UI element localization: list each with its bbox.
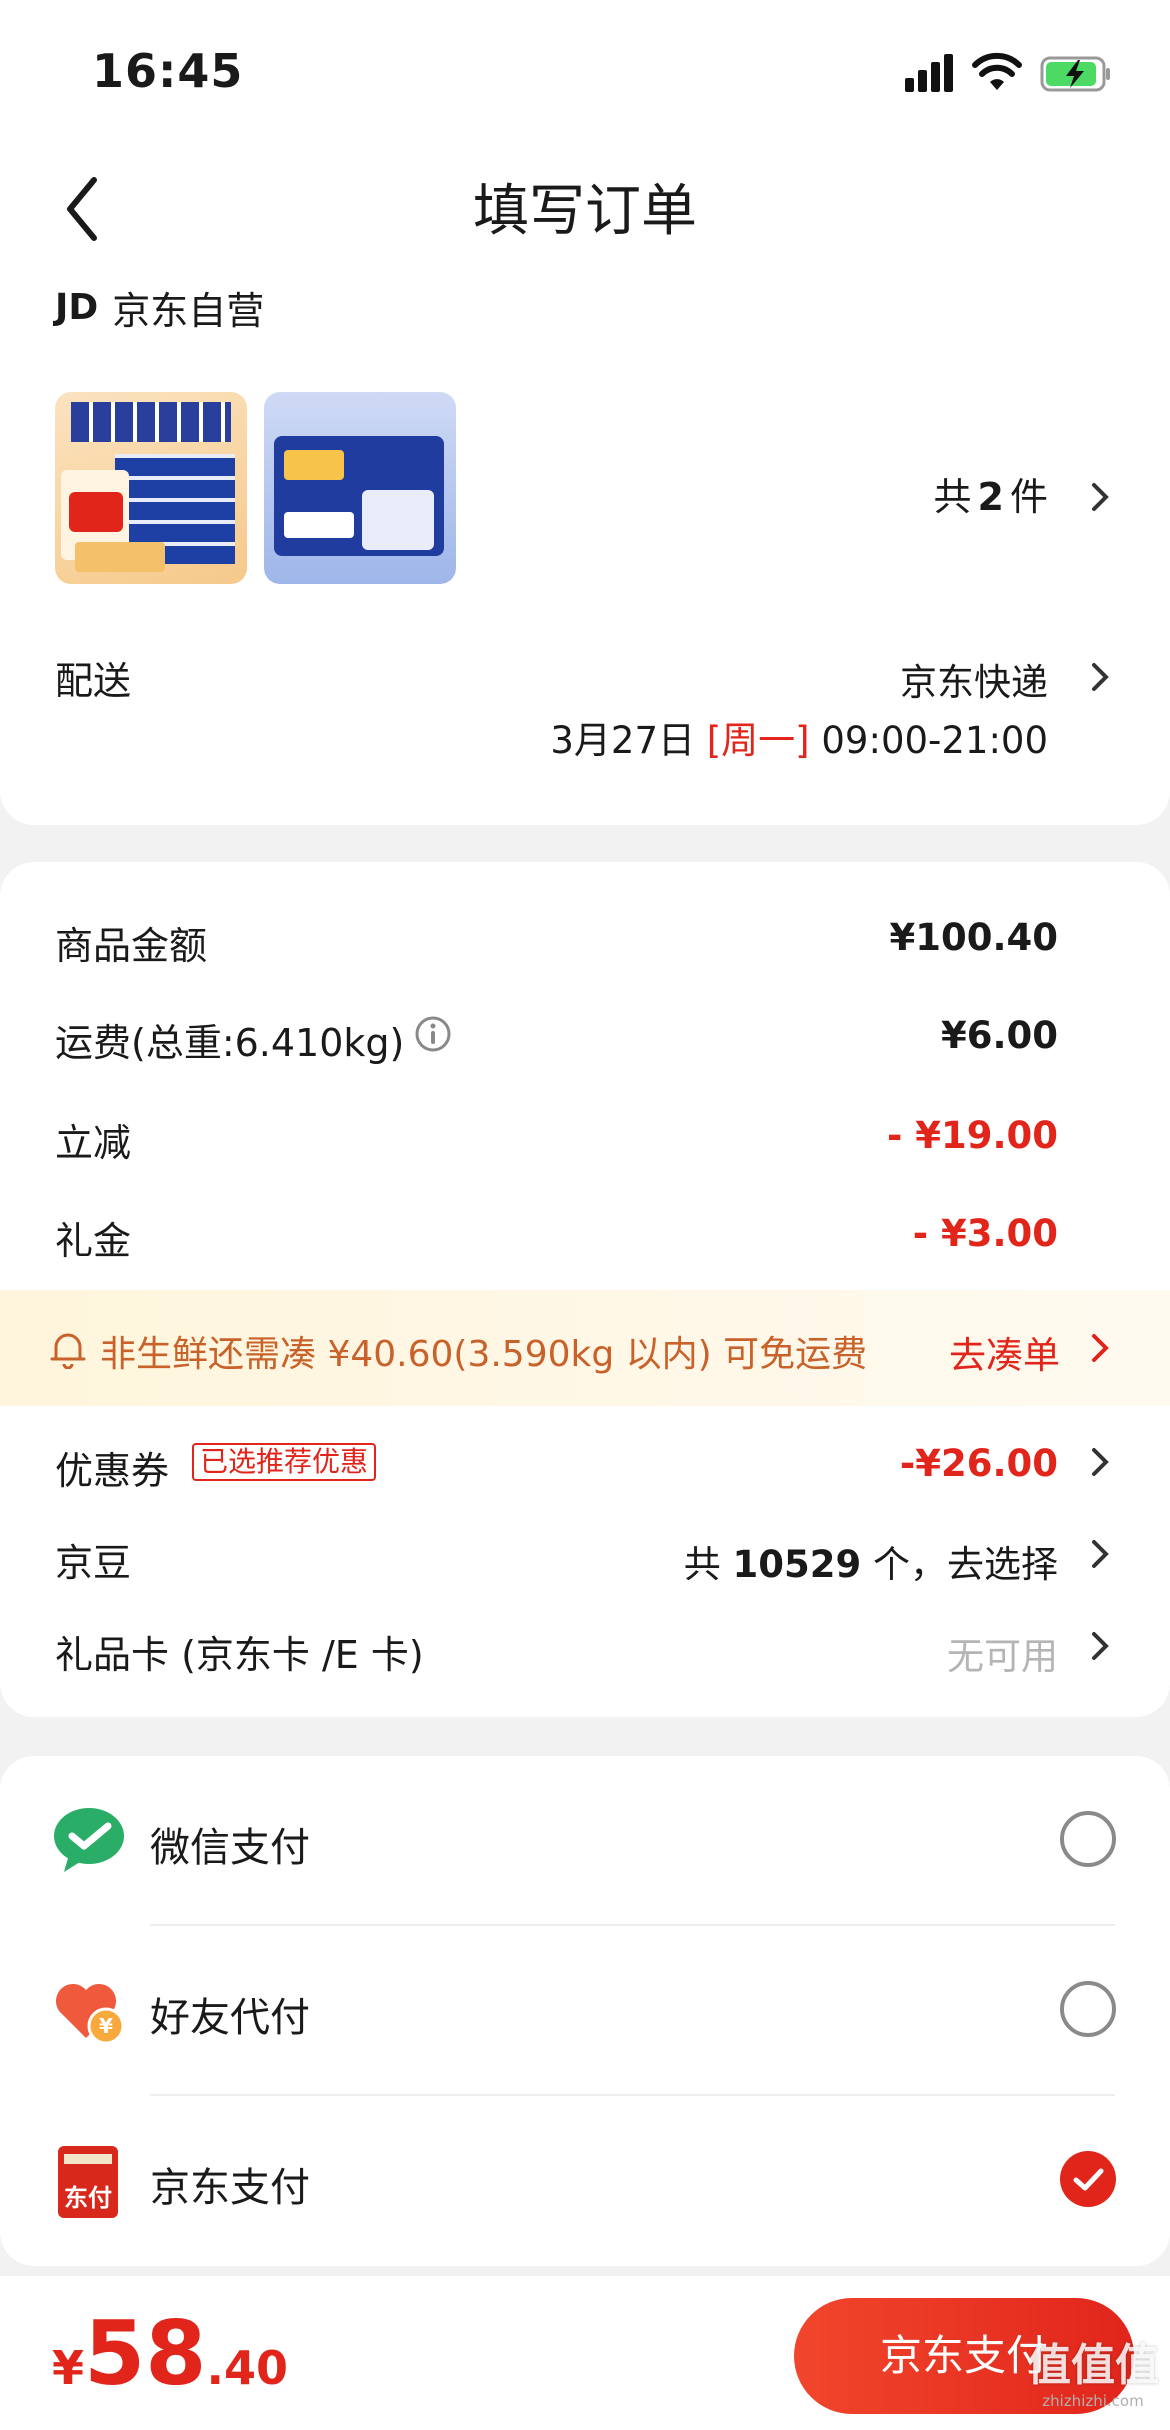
free-shipping-text: 非生鲜还需凑 ¥40.60(3.590kg 以内) 可免运费	[100, 1334, 868, 1375]
add-items-link[interactable]: 去凑单	[949, 1325, 1060, 1379]
wechat-pay-icon	[54, 1808, 124, 1872]
delivery-method[interactable]: 京东快递	[900, 652, 1048, 706]
coupon-badge: 已选推荐优惠	[192, 1443, 377, 1481]
price-integer: 58	[84, 2302, 207, 2405]
battery-charging-icon	[1040, 56, 1110, 92]
friend-pay-icon: ¥	[55, 1983, 125, 2045]
wifi-icon	[972, 52, 1022, 90]
svg-text:¥: ¥	[99, 2014, 113, 2038]
jingdou-value[interactable]: 共 10529 个，去选择	[684, 1534, 1058, 1588]
coupon-value[interactable]: -¥26.00	[900, 1442, 1058, 1485]
goods-amount-label: 商品金额	[55, 924, 208, 968]
jd-logo: JD	[55, 287, 99, 328]
status-time: 16:45	[92, 44, 244, 98]
payment-label: 京东支付	[150, 2165, 310, 2211]
product-thumbnail[interactable]	[55, 392, 247, 584]
shipping-fee: ¥6.00	[940, 1014, 1058, 1057]
info-icon[interactable]	[414, 1015, 452, 1053]
instant-discount: - ¥19.00	[886, 1114, 1058, 1157]
jingdou-count: 10529	[732, 1543, 862, 1586]
delivery-label: 配送	[55, 659, 132, 703]
price-decimal: .40	[206, 2341, 288, 2395]
chevron-right-icon[interactable]	[1090, 1631, 1110, 1661]
jingdou-label: 京豆	[55, 1541, 132, 1585]
total-price: ¥58.40	[52, 2302, 288, 2405]
currency-symbol: ¥	[52, 2341, 85, 2395]
jd-pay-icon-text: 东付	[64, 2184, 112, 2212]
radio-selected-checkmark-icon[interactable]	[1060, 2151, 1116, 2207]
delivery-time[interactable]: 3月27日 [周一] 09:00-21:00	[550, 710, 1048, 764]
watermark: 值值值 zhizhizhi.com	[1018, 2340, 1168, 2410]
radio-unselected[interactable]	[1060, 1981, 1116, 2037]
jd-pay-icon: 东付	[58, 2146, 118, 2218]
goods-amount: ¥100.40	[889, 916, 1058, 959]
watermark-subtext: zhizhizhi.com	[1042, 2392, 1144, 2410]
delivery-weekday: [周一]	[706, 719, 810, 762]
coupon-label: 优惠券	[55, 1449, 170, 1493]
chevron-right-icon[interactable]	[1090, 1333, 1110, 1363]
gift-card-value[interactable]: 无可用	[947, 1626, 1058, 1680]
product-thumbnail[interactable]	[264, 392, 456, 584]
payment-label: 好友代付	[150, 1995, 310, 2041]
delivery-window: 09:00-21:00	[821, 719, 1048, 762]
store-header[interactable]: JD 京东自营	[55, 280, 264, 335]
chevron-right-icon[interactable]	[1090, 662, 1110, 692]
item-count-value: 2	[977, 475, 1004, 519]
item-count[interactable]: 共2件	[934, 466, 1048, 521]
gift-money-label: 礼金	[55, 1219, 132, 1263]
status-bar: 16:45	[0, 0, 1170, 140]
chevron-right-icon[interactable]	[1090, 1539, 1110, 1569]
radio-unselected[interactable]	[1060, 1811, 1116, 1867]
gift-money: - ¥3.00	[912, 1212, 1058, 1255]
store-name: 京东自营	[112, 289, 265, 333]
instant-discount-label: 立减	[55, 1121, 132, 1165]
gift-card-label: 礼品卡 (京东卡 /E 卡)	[55, 1633, 424, 1677]
page-title: 填写订单	[473, 179, 697, 244]
payment-label: 微信支付	[150, 1825, 310, 1871]
chevron-right-icon[interactable]	[1090, 482, 1110, 512]
watermark-text: 值值值	[1027, 2340, 1159, 2391]
chevron-right-icon[interactable]	[1090, 1447, 1110, 1477]
shipping-label: 运费(总重:6.410kg)	[55, 1021, 405, 1065]
delivery-date: 3月27日	[550, 719, 695, 762]
cellular-signal-icon	[905, 54, 957, 92]
bell-icon	[50, 1333, 86, 1369]
